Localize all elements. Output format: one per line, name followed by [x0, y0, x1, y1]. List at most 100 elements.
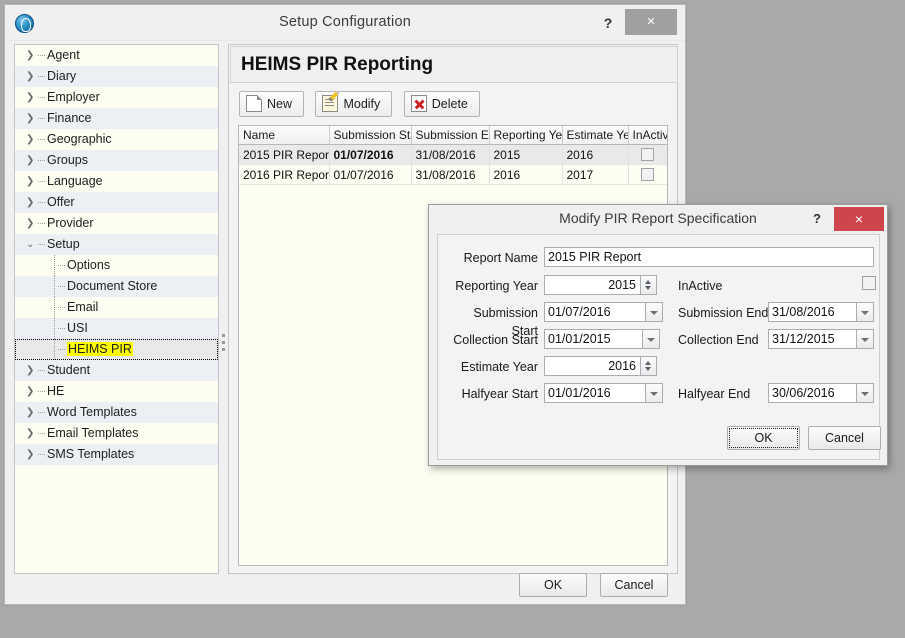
halfyear-start-input[interactable]: 01/01/2016 — [544, 383, 646, 403]
column-header[interactable]: InActive — [628, 126, 667, 145]
tree-connector — [54, 297, 55, 318]
sidebar-item-label: Provider — [47, 213, 94, 234]
collection-start-dropdown-icon[interactable] — [643, 329, 660, 349]
sidebar-item-label: Diary — [47, 66, 76, 87]
sidebar-item-document-store[interactable]: Document Store — [15, 276, 218, 297]
halfyear-end-dropdown-icon[interactable] — [857, 383, 874, 403]
new-button[interactable]: New — [239, 91, 304, 117]
inactive-checkbox[interactable] — [641, 148, 654, 161]
sidebar-item-email[interactable]: Email — [15, 297, 218, 318]
main-cancel-button[interactable]: Cancel — [600, 573, 668, 597]
chevron-right-icon[interactable]: ❯ — [26, 45, 38, 66]
chevron-right-icon[interactable]: ❯ — [26, 402, 38, 423]
chevron-right-icon[interactable]: ❯ — [26, 444, 38, 465]
estimate-year-input[interactable]: 2016 — [544, 356, 641, 376]
sidebar-item-sms-templates[interactable]: ❯ SMS Templates — [15, 444, 218, 465]
sidebar-item-language[interactable]: ❯ Language — [15, 171, 218, 192]
sidebar-item-label: Email Templates — [47, 423, 138, 444]
chevron-right-icon[interactable]: ❯ — [26, 213, 38, 234]
sidebar-item-setup[interactable]: ⌄Setup — [15, 234, 218, 255]
halfyear-end-input[interactable]: 30/06/2016 — [768, 383, 857, 403]
reporting-year-input[interactable]: 2015 — [544, 275, 641, 295]
collection-end-label: Collection End — [678, 331, 759, 349]
table-row[interactable]: 2016 PIR Report01/07/201631/08/201620162… — [239, 165, 667, 185]
halfyear-start-dropdown-icon[interactable] — [646, 383, 663, 403]
column-header[interactable]: Reporting Year — [489, 126, 562, 145]
column-header[interactable]: Name — [239, 126, 329, 145]
chevron-right-icon[interactable]: ❯ — [26, 66, 38, 87]
tree-connector — [58, 328, 65, 329]
tree-connector — [38, 160, 45, 161]
report-name-input[interactable]: 2015 PIR Report — [544, 247, 874, 267]
delete-button-label: Delete — [432, 97, 468, 111]
sidebar-item-label: Finance — [47, 108, 91, 129]
modify-pir-report-dialog: Modify PIR Report Specification ? × Repo… — [428, 204, 888, 466]
sidebar-item-label: SMS Templates — [47, 444, 134, 465]
table-body: 2015 PIR Report01/07/201631/08/201620152… — [239, 145, 667, 185]
sidebar-item-employer[interactable]: ❯Employer — [15, 87, 218, 108]
table-row[interactable]: 2015 PIR Report01/07/201631/08/201620152… — [239, 145, 667, 165]
sidebar-splitter[interactable] — [219, 44, 227, 574]
sidebar-item-label: Language — [47, 171, 103, 192]
modal-cancel-button[interactable]: Cancel — [808, 426, 881, 450]
chevron-right-icon[interactable]: ❯ — [26, 360, 38, 381]
collection-end-input[interactable]: 31/12/2015 — [768, 329, 857, 349]
cell-inactive[interactable] — [628, 145, 667, 165]
modal-help-icon[interactable]: ? — [807, 208, 827, 230]
sidebar-item-word-templates[interactable]: ❯Word Templates — [15, 402, 218, 423]
inactive-checkbox[interactable] — [862, 276, 876, 290]
sidebar-item-diary[interactable]: ❯ Diary — [15, 66, 218, 87]
tree-connector — [38, 391, 45, 392]
column-header[interactable]: Submission End — [411, 126, 489, 145]
close-icon[interactable]: × — [625, 9, 677, 35]
sidebar-item-agent[interactable]: ❯Agent — [15, 45, 218, 66]
new-button-label: New — [267, 97, 292, 111]
sidebar-item-provider[interactable]: ❯ Provider — [15, 213, 218, 234]
delete-x-icon — [411, 95, 427, 112]
collection-end-dropdown-icon[interactable] — [857, 329, 874, 349]
submission-start-input[interactable]: 01/07/2016 — [544, 302, 646, 322]
inactive-checkbox[interactable] — [641, 168, 654, 181]
column-header[interactable]: Submission Start — [329, 126, 411, 145]
modal-close-icon[interactable]: × — [834, 207, 884, 231]
delete-button[interactable]: Delete — [404, 91, 480, 117]
submission-end-dropdown-icon[interactable] — [857, 302, 874, 322]
cell-inactive[interactable] — [628, 165, 667, 185]
sidebar-item-usi[interactable]: USI — [15, 318, 218, 339]
chevron-right-icon[interactable]: ❯ — [26, 192, 38, 213]
halfyear-start-label: Halfyear Start — [446, 385, 538, 403]
submission-start-dropdown-icon[interactable] — [646, 302, 663, 322]
sidebar-item-options[interactable]: Options — [15, 255, 218, 276]
chevron-right-icon[interactable]: ❯ — [26, 87, 38, 108]
modal-ok-button[interactable]: OK — [727, 426, 800, 450]
submission-end-input[interactable]: 31/08/2016 — [768, 302, 857, 322]
sidebar-item-finance[interactable]: ❯ Finance — [15, 108, 218, 129]
main-ok-button[interactable]: OK — [519, 573, 587, 597]
chevron-right-icon[interactable]: ❯ — [26, 108, 38, 129]
help-icon[interactable]: ? — [597, 11, 619, 35]
tree-connector — [38, 223, 45, 224]
chevron-right-icon[interactable]: ❯ — [26, 423, 38, 444]
reporting-year-spinner[interactable] — [641, 275, 657, 295]
sidebar-item-student[interactable]: ❯Student — [15, 360, 218, 381]
sidebar-item-geographic[interactable]: ❯Geographic — [15, 129, 218, 150]
chevron-right-icon[interactable]: ❯ — [26, 129, 38, 150]
sidebar-item-he[interactable]: ❯HE — [15, 381, 218, 402]
column-header[interactable]: Estimate Year — [562, 126, 628, 145]
collection-start-input[interactable]: 01/01/2015 — [544, 329, 643, 349]
chevron-right-icon[interactable]: ❯ — [26, 381, 38, 402]
sidebar-item-offer[interactable]: ❯Offer — [15, 192, 218, 213]
sidebar-item-label: Email — [67, 297, 98, 318]
sidebar-item-groups[interactable]: ❯Groups — [15, 150, 218, 171]
sidebar-item-label: Options — [67, 255, 110, 276]
navigation-tree[interactable]: ❯Agent❯Diary❯Employer❯Finance❯Geographic… — [14, 44, 219, 574]
tree-connector — [38, 139, 45, 140]
chevron-down-icon[interactable]: ⌄ — [26, 234, 38, 255]
sidebar-item-heims-pir[interactable]: HEIMS PIR — [15, 339, 218, 360]
modify-button[interactable]: Modify — [315, 91, 392, 117]
chevron-right-icon[interactable]: ❯ — [26, 150, 38, 171]
estimate-year-spinner[interactable] — [641, 356, 657, 376]
chevron-right-icon[interactable]: ❯ — [26, 171, 38, 192]
page-header: HEIMS PIR Reporting — [230, 46, 678, 83]
sidebar-item-email-templates[interactable]: ❯ Email Templates — [15, 423, 218, 444]
